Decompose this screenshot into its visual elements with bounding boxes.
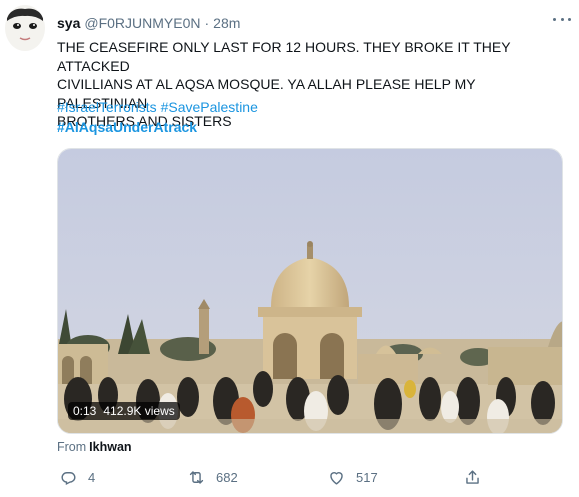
reply-count: 4 <box>88 469 96 485</box>
hashtag-link-bold[interactable]: #AlAqsaUnderAtrack <box>57 118 197 136</box>
retweet-button[interactable]: 682 <box>187 466 238 488</box>
tweet-actions: 4 682 517 <box>57 466 563 488</box>
video-views: 412.9K views <box>103 404 175 418</box>
tweet-text-line: THE CEASEFIRE ONLY LAST FOR 12 HOURS. TH… <box>57 39 511 74</box>
like-button[interactable]: 517 <box>327 466 378 488</box>
hashtag-list: #IsraelTerrorists #SavePalestine <box>57 98 262 116</box>
hashtag-link[interactable]: #SavePalestine <box>161 99 258 115</box>
source-name[interactable]: Ikhwan <box>89 440 131 454</box>
tweet-text: THE CEASEFIRE ONLY LAST FOR 12 HOURS. TH… <box>57 38 569 131</box>
avatar[interactable] <box>5 5 45 51</box>
hashtag-link[interactable]: #IsraelTerrorists <box>57 99 157 115</box>
video-source: From Ikhwan <box>57 440 132 454</box>
share-icon <box>466 469 479 484</box>
video-duration: 0:13 <box>73 404 97 418</box>
retweet-icon <box>189 470 204 484</box>
like-count: 517 <box>356 469 378 485</box>
video-stats-badge: 0:13 412.9K views <box>68 402 180 420</box>
like-icon <box>330 471 343 485</box>
separator-dot: · <box>204 15 210 31</box>
retweet-count: 682 <box>216 469 238 485</box>
reply-button[interactable]: 4 <box>59 466 95 488</box>
source-prefix: From <box>57 440 87 454</box>
video-thumbnail <box>58 149 562 433</box>
reply-icon <box>61 471 76 485</box>
tweet-card: sya @F0RJUNMYE0N · 28m THE CEASEFIRE ONL… <box>0 0 579 497</box>
more-icon[interactable] <box>553 16 571 22</box>
share-button[interactable] <box>463 466 482 488</box>
tweet-time[interactable]: 28m <box>213 15 240 31</box>
tweet-header: sya @F0RJUNMYE0N · 28m <box>57 12 569 34</box>
author-name[interactable]: sya <box>57 15 80 31</box>
author-handle[interactable]: @F0RJUNMYE0N <box>84 15 200 31</box>
video-player[interactable] <box>57 148 563 434</box>
